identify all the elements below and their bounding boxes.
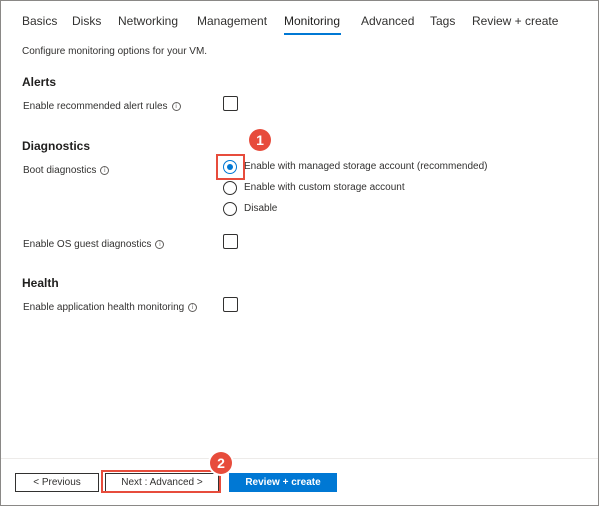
radio-disable[interactable] [223, 202, 237, 216]
app-health-monitoring-checkbox[interactable] [223, 297, 238, 312]
recommended-alert-rules-checkbox[interactable] [223, 96, 238, 111]
radio-custom-storage[interactable] [223, 181, 237, 195]
info-icon[interactable]: i [171, 101, 181, 111]
boot-diagnostics-label: Boot diagnostics i [23, 165, 110, 176]
recommended-alert-rules-text: Enable recommended alert rules [23, 101, 168, 112]
radio-custom-storage-label: Enable with custom storage account [244, 182, 405, 193]
health-section-title: Health [22, 276, 59, 290]
boot-diagnostics-text: Boot diagnostics [23, 165, 97, 176]
vm-create-monitoring-panel: Basics Disks Networking Management Monit… [0, 0, 599, 506]
tab-advanced[interactable]: Advanced [361, 14, 414, 28]
tab-networking[interactable]: Networking [118, 14, 178, 28]
previous-button[interactable]: < Previous [15, 473, 99, 492]
recommended-alert-rules-label: Enable recommended alert rules i [23, 101, 181, 112]
app-health-monitoring-text: Enable application health monitoring [23, 302, 185, 313]
alerts-section-title: Alerts [22, 75, 57, 89]
os-guest-diagnostics-text: Enable OS guest diagnostics [23, 239, 152, 250]
active-tab-indicator [284, 33, 341, 35]
diagnostics-section-title: Diagnostics [22, 139, 91, 153]
step1-callout-badge: 1 [249, 129, 271, 151]
tab-disks[interactable]: Disks [72, 14, 101, 28]
review-create-button[interactable]: Review + create [229, 473, 337, 492]
wizard-tabs: Basics Disks Networking Management Monit… [1, 1, 598, 37]
tab-basics[interactable]: Basics [22, 14, 57, 28]
os-guest-diagnostics-label: Enable OS guest diagnostics i [23, 239, 165, 250]
step2-highlight-box [101, 470, 221, 493]
radio-disable-label: Disable [244, 203, 278, 214]
app-health-monitoring-label: Enable application health monitoring i [23, 302, 198, 313]
tab-monitoring[interactable]: Monitoring [284, 14, 340, 28]
wizard-footer: < Previous Next : Advanced > Review + cr… [1, 458, 598, 505]
radio-managed-storage-label: Enable with managed storage account (rec… [244, 161, 488, 172]
step2-callout-badge: 2 [210, 452, 232, 474]
tab-tags[interactable]: Tags [430, 14, 455, 28]
step1-highlight-box [216, 154, 245, 180]
tab-management[interactable]: Management [197, 14, 267, 28]
info-icon[interactable]: i [100, 165, 110, 175]
intro-text: Configure monitoring options for your VM… [22, 46, 208, 57]
info-icon[interactable]: i [188, 302, 198, 312]
info-icon[interactable]: i [155, 239, 165, 249]
tab-review-create[interactable]: Review + create [472, 14, 558, 28]
os-guest-diagnostics-checkbox[interactable] [223, 234, 238, 249]
